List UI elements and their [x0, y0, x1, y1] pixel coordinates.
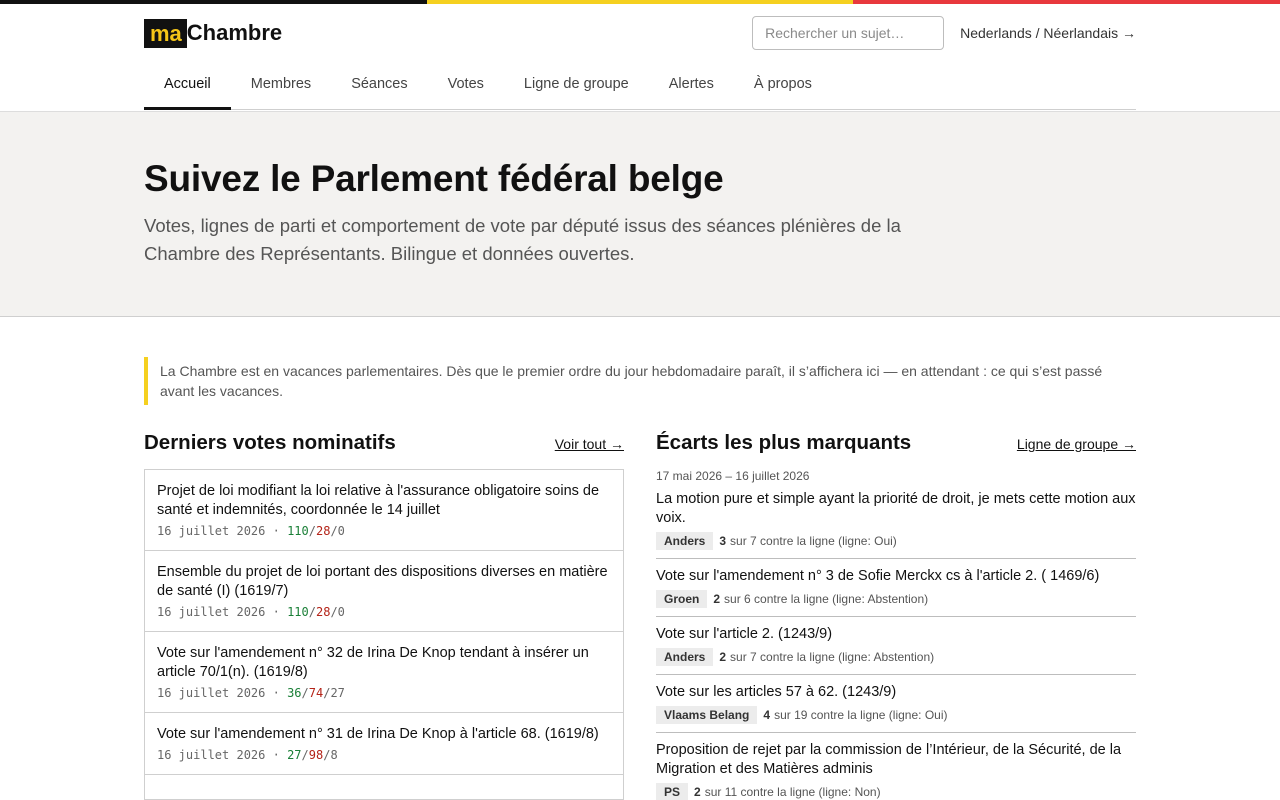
deviation-item[interactable]: La motion pure et simple ayant la priori… — [656, 490, 1136, 559]
vote-date: 16 juillet 2026 — [157, 524, 266, 538]
vote-date: 16 juillet 2026 — [157, 686, 266, 700]
vote-abstain-count: 8 — [330, 748, 338, 762]
vote-item[interactable]: Ensemble du projet de loi portant des di… — [145, 551, 623, 632]
deviation-line: PS 2 sur 11 contre la ligne (ligne: Non) — [656, 783, 1136, 800]
deviation-line: Anders 2 sur 7 contre la ligne (ligne: Abs… — [656, 648, 1136, 666]
main-nav: Accueil Membres Séances Votes Ligne de g… — [144, 62, 1136, 110]
vote-abstain-count: 0 — [337, 524, 345, 538]
nav-seances[interactable]: Séances — [331, 62, 427, 110]
vote-title: Projet de loi modifiant la loi relative … — [157, 483, 600, 518]
vote-item[interactable]: Vote sur l'amendement n° 31 de Irina De … — [145, 713, 623, 775]
deviation-detail: sur 11 contre la ligne (ligne: Non) — [704, 785, 881, 799]
deviation-line: Vlaams Belang 4 sur 19 contre la ligne (li… — [656, 706, 1136, 724]
hero-banner: Suivez le Parlement fédéral belge Votes,… — [0, 111, 1280, 317]
deviation-count: 4 — [763, 708, 771, 722]
recess-notice: La Chambre est en vacances parlementaire… — [144, 357, 1136, 405]
deviation-line: Anders 3 sur 7 contre la ligne (ligne: Oui… — [656, 532, 1136, 550]
vote-yes-count: 110 — [287, 605, 309, 619]
nav-alertes[interactable]: Alertes — [649, 62, 734, 110]
search-input[interactable] — [752, 16, 945, 50]
vote-title: Vote sur l'amendement n° 31 de Irina De … — [157, 726, 599, 742]
deviation-item[interactable]: Vote sur les articles 57 à 62. (1243/9) … — [656, 683, 1136, 733]
latest-votes-section: Derniers votes nominatifs Voir tout → Pr… — [144, 431, 624, 800]
nav-accueil[interactable]: Accueil — [144, 62, 231, 110]
deviation-count: 3 — [719, 534, 727, 548]
vote-yes-count: 27 — [287, 748, 302, 762]
deviation-title: La motion pure et simple ayant la priori… — [656, 491, 1136, 526]
vote-title: Ensemble du projet de loi portant des di… — [157, 564, 608, 599]
deviation-title: Vote sur l'article 2. (1243/9) — [656, 626, 833, 642]
nav-ligne-de-groupe[interactable]: Ligne de groupe — [504, 62, 649, 110]
deviation-detail: sur 7 contre la ligne (ligne: Abstention… — [730, 650, 935, 664]
deviation-title: Vote sur les articles 57 à 62. (1243/9) — [656, 684, 897, 700]
deviation-detail: sur 19 contre la ligne (ligne: Oui) — [774, 708, 948, 722]
vote-yes-count: 110 — [287, 524, 309, 538]
deviations-period: 17 mai 2026 – 16 juillet 2026 — [656, 469, 810, 483]
vote-no-count: 98 — [308, 748, 324, 762]
deviation-item[interactable]: Proposition de rejet par la commission d… — [656, 741, 1136, 800]
vote-item[interactable]: Vote sur l'amendement n° 32 de Irina De … — [145, 632, 623, 713]
deviation-count: 2 — [719, 650, 727, 664]
party-badge: Vlaams Belang — [656, 706, 758, 724]
deviation-line: Groen 2 sur 6 contre la ligne (ligne: Abst… — [656, 590, 1136, 608]
vote-item[interactable]: Projet de loi modifiant la loi relative … — [145, 470, 623, 551]
vote-title: Vote sur l'amendement n° 32 de Irina De … — [157, 645, 589, 680]
site-header: ma Chambre Nederlands / Néerlandais → — [144, 4, 1136, 62]
language-switch-link[interactable]: Nederlands / Néerlandais → — [960, 25, 1136, 41]
vote-no-count: 28 — [315, 605, 331, 619]
header-actions: Nederlands / Néerlandais → — [752, 16, 1136, 50]
deviation-item[interactable]: Vote sur l'article 2. (1243/9) Anders 2 su… — [656, 625, 1136, 675]
vote-meta: 16 juillet 2026 · 27/98/8 — [157, 748, 338, 762]
vote-no-count: 74 — [308, 686, 324, 700]
logo-name: Chambre — [186, 20, 283, 45]
latest-votes-header: Derniers votes nominatifs Voir tout → — [144, 431, 624, 469]
party-badge: Anders — [656, 532, 714, 550]
vote-date: 16 juillet 2026 — [157, 748, 266, 762]
vote-meta: 16 juillet 2026 · 110/28/0 — [157, 524, 345, 538]
nav-votes[interactable]: Votes — [428, 62, 504, 110]
deviation-count: 2 — [713, 592, 721, 606]
vote-abstain-count: 27 — [330, 686, 345, 700]
party-badge: PS — [656, 783, 689, 800]
group-line-link[interactable]: Ligne de groupe → — [1017, 436, 1136, 452]
deviations-heading: Écarts les plus marquants — [656, 431, 912, 454]
deviation-title: Vote sur l'amendement n° 3 de Sofie Merc… — [656, 568, 1100, 584]
site-logo[interactable]: ma Chambre — [144, 18, 283, 48]
vote-no-count: 28 — [315, 524, 331, 538]
deviation-count: 2 — [694, 785, 701, 799]
deviations-header: Écarts les plus marquants Ligne de group… — [656, 431, 1136, 469]
party-badge: Anders — [656, 648, 714, 666]
vote-item[interactable] — [145, 775, 623, 800]
nav-a-propos[interactable]: À propos — [734, 62, 832, 110]
deviation-detail: sur 6 contre la ligne (ligne: Abstention… — [724, 592, 929, 606]
deviation-item[interactable]: Vote sur l'amendement n° 3 de Sofie Merc… — [656, 567, 1136, 617]
vote-meta: 16 juillet 2026 · 36/74/27 — [157, 686, 345, 700]
hero-subtitle: Votes, lignes de parti et comportement d… — [144, 215, 901, 264]
deviation-title: Proposition de rejet par la commission d… — [656, 742, 1122, 777]
latest-votes-heading: Derniers votes nominatifs — [144, 431, 396, 454]
votes-list: Projet de loi modifiant la loi relative … — [144, 469, 624, 800]
nav-membres[interactable]: Membres — [231, 62, 331, 110]
vote-yes-count: 36 — [287, 686, 302, 700]
see-all-votes-link[interactable]: Voir tout → — [555, 436, 624, 452]
party-badge: Groen — [656, 590, 708, 608]
hero-title: Suivez le Parlement fédéral belge — [144, 158, 724, 199]
vote-date: 16 juillet 2026 — [157, 605, 266, 619]
deviation-detail: sur 7 contre la ligne (ligne: Oui) — [730, 534, 897, 548]
deviations-section: Écarts les plus marquants Ligne de group… — [656, 431, 1136, 800]
vote-abstain-count: 0 — [337, 605, 345, 619]
logo-ma: ma — [144, 18, 187, 48]
vote-meta: 16 juillet 2026 · 110/28/0 — [157, 605, 345, 619]
